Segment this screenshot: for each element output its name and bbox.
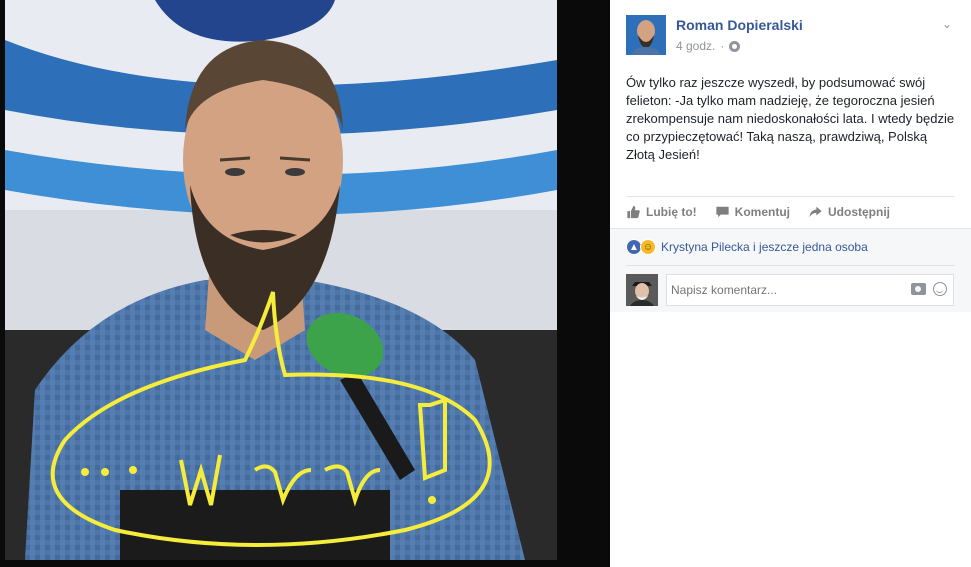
comment-icon <box>716 206 729 218</box>
divider <box>626 196 955 197</box>
divider <box>626 265 955 266</box>
feedback-section: ▲ ☺ Krystyna Pilecka i jeszcze jedna oso… <box>610 228 971 312</box>
comment-label: Komentuj <box>734 205 790 219</box>
share-label: Udostępnij <box>828 205 890 219</box>
thumbs-up-icon <box>627 205 640 219</box>
author-avatar[interactable] <box>626 15 666 55</box>
like-button[interactable]: Lubię to! <box>626 203 697 221</box>
emoji-icon[interactable] <box>933 282 947 296</box>
post-text: Ów tylko raz jeszcze wyszedł, by podsumo… <box>626 75 955 162</box>
haha-reaction-icon: ☺ <box>640 239 656 255</box>
like-label: Lubię to! <box>646 205 697 219</box>
post-sidebar: Roman Dopieralski 4 godz. · ⌄ Ów tylko r… <box>610 0 971 567</box>
comment-button[interactable]: Komentuj <box>715 203 790 221</box>
reactions-summary[interactable]: ▲ ☺ Krystyna Pilecka i jeszcze jedna oso… <box>626 239 868 255</box>
meta-separator: · <box>720 39 725 53</box>
post-meta: 4 godz. · <box>676 39 741 53</box>
reactions-text[interactable]: Krystyna Pilecka i jeszcze jedna osoba <box>661 240 868 254</box>
globe-icon <box>729 40 741 52</box>
camera-icon[interactable] <box>911 283 926 295</box>
author-avatar-image <box>626 15 666 55</box>
share-icon <box>809 206 822 218</box>
viewer-avatar <box>626 274 658 306</box>
photo-viewer <box>0 0 610 567</box>
comment-input-icons <box>911 282 947 296</box>
post-timestamp[interactable]: 4 godz. <box>676 39 715 53</box>
author-name[interactable]: Roman Dopieralski <box>676 17 803 33</box>
post-photo[interactable] <box>5 0 557 560</box>
post-header: Roman Dopieralski 4 godz. · ⌄ <box>626 14 961 58</box>
photo-illustration <box>5 0 557 560</box>
post-actions: Lubię to! Komentuj Udostępnij <box>626 203 890 221</box>
chevron-down-icon[interactable]: ⌄ <box>939 16 955 32</box>
share-button[interactable]: Udostępnij <box>808 203 890 221</box>
viewer-avatar-image <box>626 274 658 306</box>
